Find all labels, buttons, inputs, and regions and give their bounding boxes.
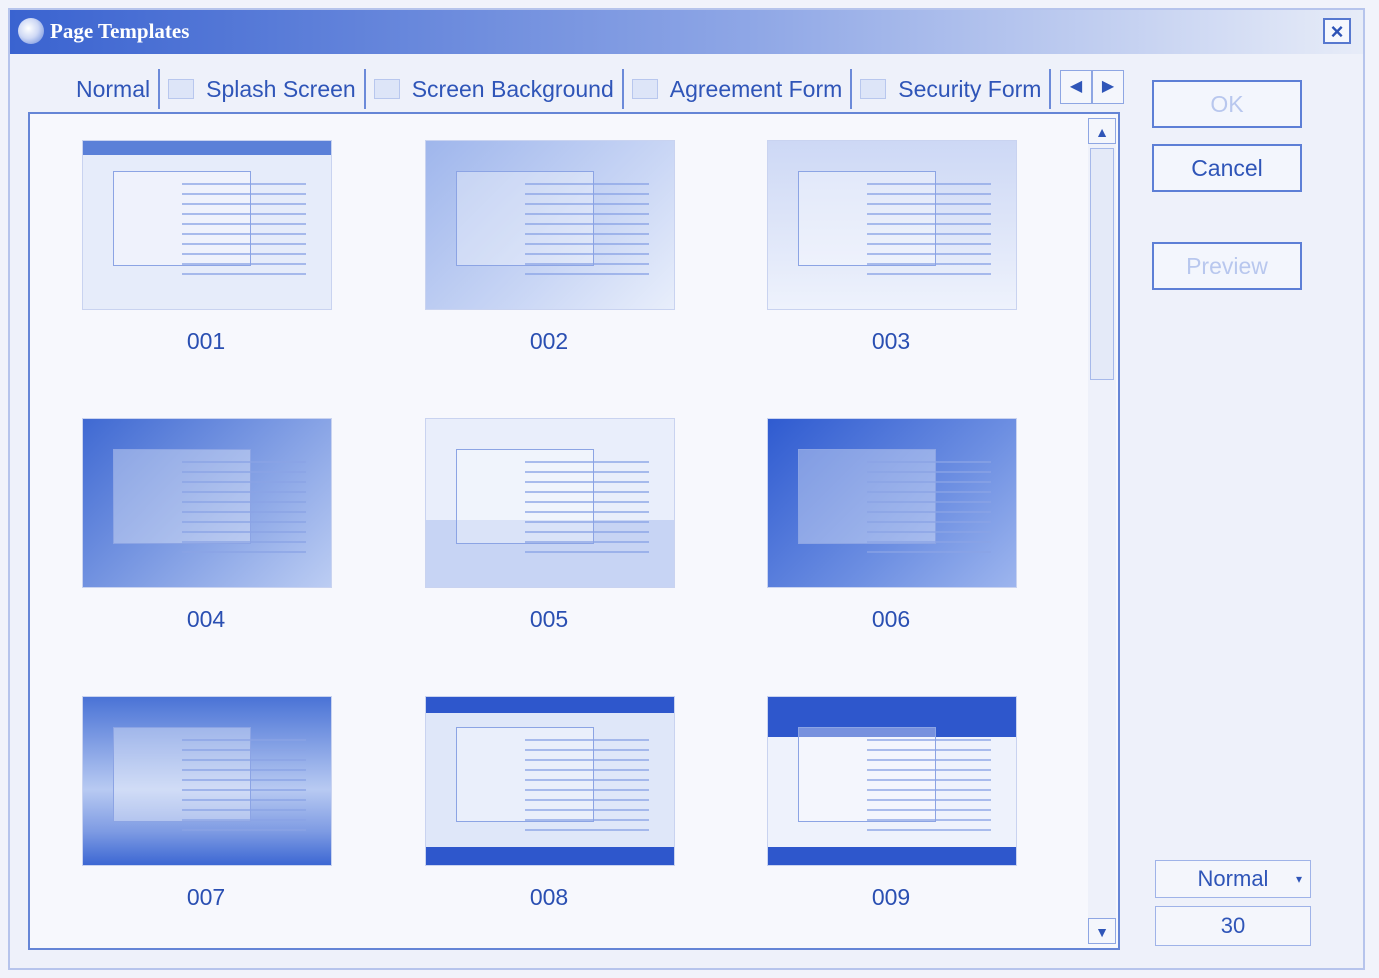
template-label: 006	[871, 606, 911, 632]
thumbnail-size-field[interactable]: 30	[1155, 906, 1311, 946]
tab-normal[interactable]: Normal	[40, 69, 161, 109]
scroll-down-icon[interactable]: ▼	[1088, 918, 1116, 944]
tab-label: Splash Screen	[206, 75, 356, 102]
template-label: 005	[529, 606, 569, 632]
template-thumbnail-008[interactable]	[425, 696, 675, 866]
tab-label: Normal	[76, 75, 151, 102]
template-thumbnail-004[interactable]	[82, 418, 332, 588]
chevron-down-icon: ▾	[1295, 872, 1302, 886]
template-icon	[168, 79, 195, 99]
template-icon	[631, 79, 658, 99]
template-thumbnail-007[interactable]	[82, 696, 332, 866]
template-thumbnail-005[interactable]	[425, 418, 675, 588]
app-icon	[18, 18, 44, 44]
tab-scroll-left-icon[interactable]: ◀	[1060, 70, 1092, 104]
template-grid: 001 002 003 004 005 006 007 008 009	[30, 114, 1092, 948]
template-thumbnail-002[interactable]	[425, 140, 675, 310]
ok-button[interactable]: OK	[1152, 80, 1302, 128]
template-label: 008	[529, 884, 569, 910]
tab-security-form[interactable]: Security Form	[852, 69, 1052, 109]
tab-label: Agreement Form	[669, 75, 843, 102]
template-gallery: 001 002 003 004 005 006 007 008 009 ▲ ▼	[28, 112, 1120, 950]
template-icon	[373, 79, 400, 99]
dialog-title: Page Templates	[50, 19, 190, 43]
scrollbar-thumb[interactable]	[1090, 148, 1114, 380]
template-label: 002	[529, 328, 569, 354]
template-label: 007	[186, 884, 226, 910]
tab-agreement-form[interactable]: Agreement Form	[624, 69, 853, 109]
template-icon	[860, 79, 887, 99]
tab-scroll-buttons: ◀ ▶	[1060, 70, 1124, 104]
tab-scroll-right-icon[interactable]: ▶	[1092, 70, 1124, 104]
vertical-scrollbar[interactable]: ▲ ▼	[1088, 118, 1116, 944]
view-mode-select[interactable]: Normal ▾	[1155, 860, 1311, 898]
template-label: 004	[186, 606, 226, 632]
tab-label: Screen Background	[411, 75, 614, 102]
template-thumbnail-006[interactable]	[767, 418, 1017, 588]
cancel-button[interactable]: Cancel	[1152, 144, 1302, 192]
template-category-tabs: Normal Splash Screen Screen Background A…	[40, 66, 1052, 112]
tab-label: Security Form	[898, 75, 1042, 102]
preview-button[interactable]: Preview	[1152, 242, 1302, 290]
tab-screen-background[interactable]: Screen Background	[366, 69, 624, 109]
template-thumbnail-009[interactable]	[767, 696, 1017, 866]
tab-splash-screen[interactable]: Splash Screen	[160, 69, 366, 109]
close-button[interactable]: ×	[1323, 18, 1351, 44]
template-label: 003	[871, 328, 911, 354]
view-mode-value: Normal	[1197, 866, 1269, 891]
template-thumbnail-001[interactable]	[82, 140, 332, 310]
template-thumbnail-003[interactable]	[767, 140, 1017, 310]
scroll-up-icon[interactable]: ▲	[1088, 118, 1116, 144]
title-bar: Page Templates ×	[10, 10, 1363, 54]
template-label: 001	[186, 328, 226, 354]
template-label: 009	[871, 884, 911, 910]
